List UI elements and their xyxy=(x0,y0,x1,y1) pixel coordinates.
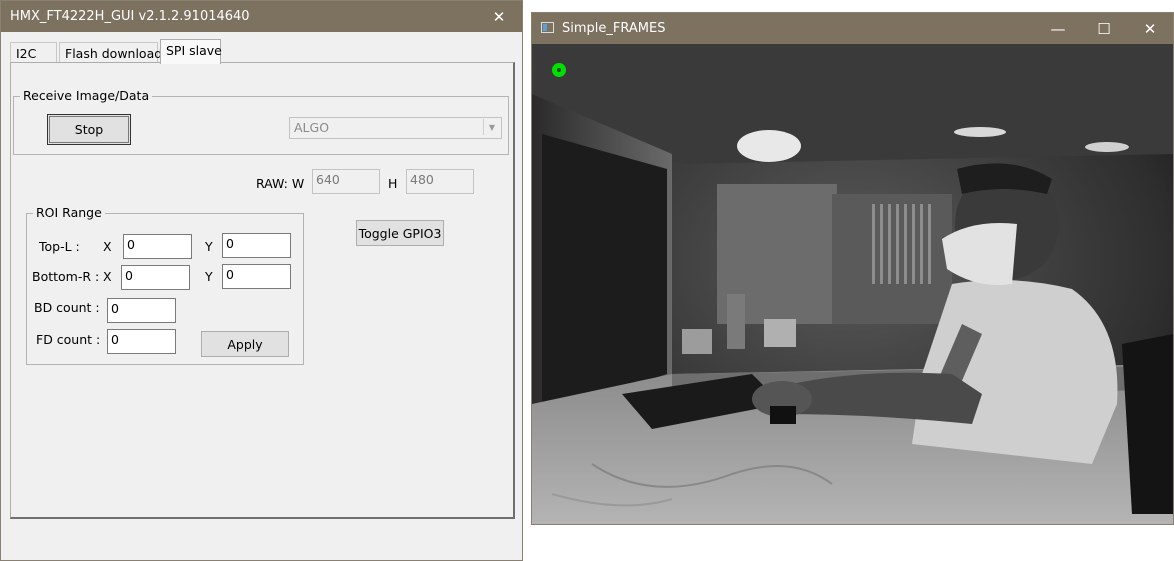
tab-label: SPI slave xyxy=(166,43,222,58)
raw-width-field[interactable]: 640 xyxy=(312,169,380,194)
mode-select-value: ALGO xyxy=(294,120,330,135)
bd-count-label: BD count : xyxy=(34,300,100,315)
title-bar[interactable]: Simple_FRAMES — ☐ ✕ xyxy=(532,13,1173,44)
apply-button[interactable]: Apply xyxy=(201,331,289,357)
close-button[interactable]: ✕ xyxy=(1127,13,1173,44)
hmx-gui-window: HMX_FT4222H_GUI v2.1.2.91014640 ✕ I2C Fl… xyxy=(0,0,523,561)
app-icon xyxy=(541,22,554,33)
window-title: HMX_FT4222H_GUI v2.1.2.91014640 xyxy=(10,9,250,24)
top-x-label: X xyxy=(103,239,112,254)
tab-label: I2C xyxy=(16,46,37,61)
raw-h-label: H xyxy=(388,176,398,191)
minimize-button[interactable]: — xyxy=(1035,13,1081,44)
receive-group-label: Receive Image/Data xyxy=(20,88,153,103)
stop-button[interactable]: Stop xyxy=(47,114,131,145)
bottom-r-y-input[interactable]: 0 xyxy=(222,264,291,289)
minimize-icon: — xyxy=(1050,19,1066,38)
top-l-label: Top-L : xyxy=(39,239,80,254)
bd-count-input[interactable]: 0 xyxy=(107,298,176,323)
raw-w-label: RAW: W xyxy=(256,176,305,191)
raw-height-field[interactable]: 480 xyxy=(406,169,474,194)
receive-group: Receive Image/Data Stop ALGO ▼ xyxy=(13,88,509,155)
tab-i2c[interactable]: I2C xyxy=(10,42,57,63)
maximize-icon: ☐ xyxy=(1097,19,1111,38)
spi-slave-panel: Receive Image/Data Stop ALGO ▼ RAW: W 64… xyxy=(10,62,515,519)
bottom-r-label: Bottom-R : xyxy=(32,269,100,284)
top-y-label: Y xyxy=(205,239,213,254)
simple-frames-window: Simple_FRAMES — ☐ ✕ xyxy=(531,12,1174,525)
camera-frame xyxy=(532,44,1173,524)
bottom-x-label: X xyxy=(103,269,112,284)
bottom-y-label: Y xyxy=(205,269,213,284)
top-l-x-input[interactable]: 0 xyxy=(123,234,192,259)
toggle-gpio3-button[interactable]: Toggle GPIO3 xyxy=(356,220,444,246)
close-icon: ✕ xyxy=(1143,19,1157,38)
bottom-r-x-input[interactable]: 0 xyxy=(121,265,190,290)
chevron-down-icon: ▼ xyxy=(483,119,500,135)
roi-range-group: ROI Range Top-L : X 0 Y 0 Bottom-R : X 0… xyxy=(26,205,304,365)
window-title: Simple_FRAMES xyxy=(562,21,666,36)
close-icon: ✕ xyxy=(492,7,506,26)
roi-group-label: ROI Range xyxy=(33,205,105,220)
fd-count-input[interactable]: 0 xyxy=(107,329,176,354)
tab-label: Flash download xyxy=(65,46,163,61)
camera-frame-image xyxy=(532,44,1173,524)
close-button[interactable]: ✕ xyxy=(476,1,522,32)
top-l-y-input[interactable]: 0 xyxy=(222,233,291,258)
maximize-button[interactable]: ☐ xyxy=(1081,13,1127,44)
tab-flash-download[interactable]: Flash download xyxy=(59,42,162,63)
tab-spi-slave[interactable]: SPI slave xyxy=(160,39,222,64)
mode-select[interactable]: ALGO ▼ xyxy=(289,117,502,139)
fd-count-label: FD count : xyxy=(36,332,101,347)
title-bar[interactable]: HMX_FT4222H_GUI v2.1.2.91014640 ✕ xyxy=(1,1,522,32)
